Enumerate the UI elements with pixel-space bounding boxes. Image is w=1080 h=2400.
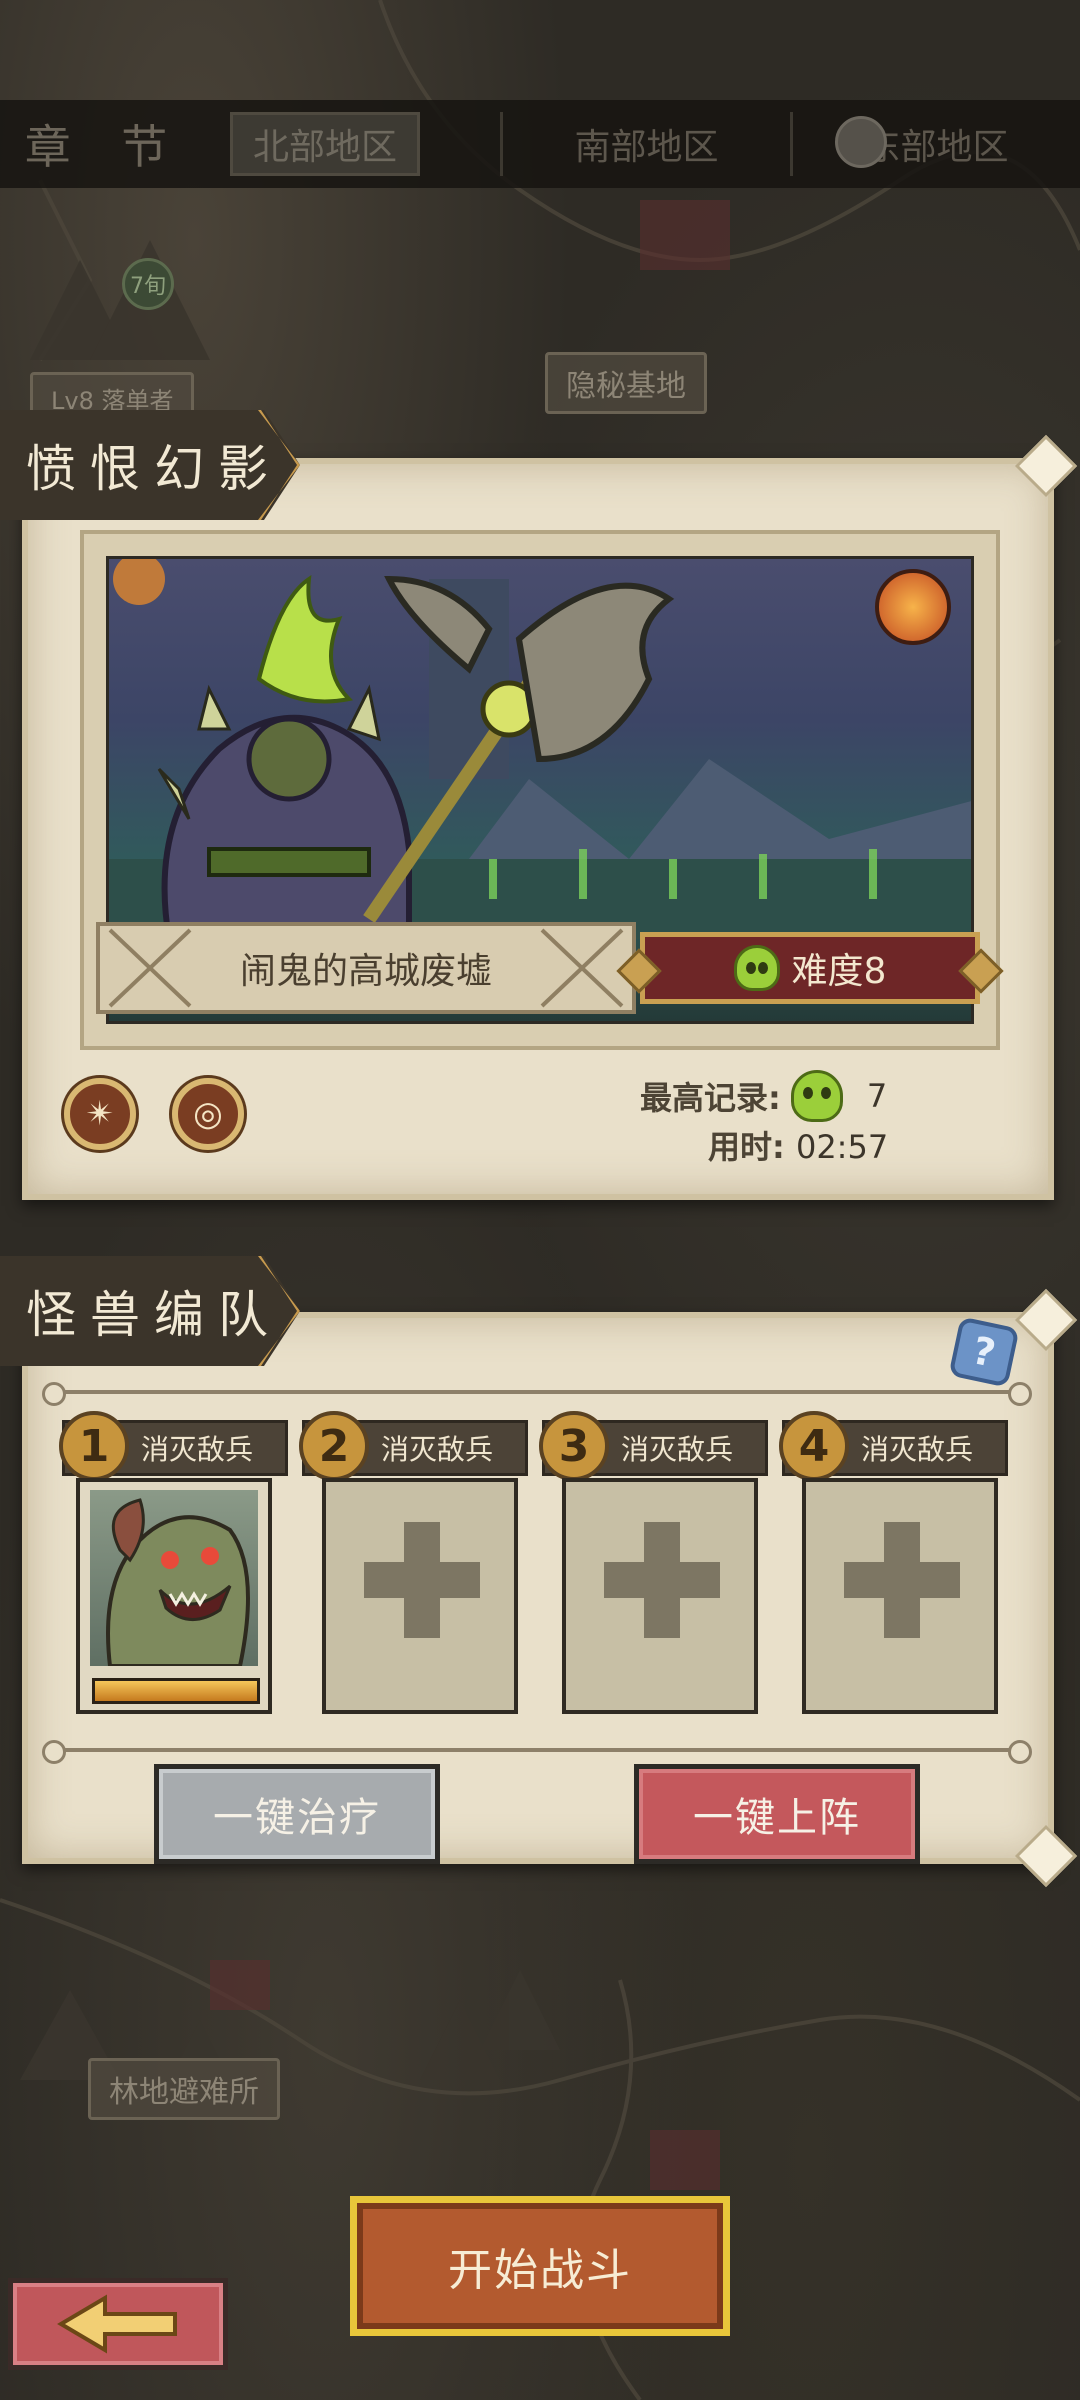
- start-battle-button[interactable]: 开始战斗: [350, 2196, 730, 2336]
- map-timer-badge: 7旬: [122, 258, 174, 310]
- team-slot-1[interactable]: [76, 1478, 272, 1714]
- slot-task: 消灭敌兵: [621, 1433, 734, 1466]
- time-label: 用时:: [708, 1128, 785, 1166]
- team-section-title: 怪兽编队: [0, 1256, 300, 1366]
- heal-all-button[interactable]: 一键治疗: [154, 1764, 440, 1864]
- auto-deploy-button[interactable]: 一键上阵: [634, 1764, 920, 1864]
- slot-header-3: 3 消灭敌兵: [539, 1411, 768, 1481]
- slot-number: 3: [539, 1411, 609, 1481]
- moon-decoration: [113, 559, 165, 605]
- chapter-label: 章 节: [24, 120, 186, 174]
- world-map-background: 隐秘基地 林地避难所 Lv8 落单者 7旬: [0, 0, 1080, 2400]
- stage-section-title: 愤恨幻影: [0, 410, 300, 520]
- map-location-forest-shelter[interactable]: 林地避难所: [88, 2058, 280, 2120]
- time-value: 02:57: [795, 1128, 889, 1166]
- slot-number: 1: [59, 1411, 129, 1481]
- chapter-bar: 章 节 北部地区 南部地区 东部地区: [0, 100, 1080, 188]
- monster-portrait: [90, 1490, 258, 1668]
- enemy-element-icon: [875, 569, 951, 645]
- slot-header-2: 2 消灭敌兵: [299, 1411, 528, 1481]
- best-record-label: 最高记录:: [640, 1079, 781, 1117]
- tab-east-region[interactable]: 东部地区: [790, 112, 1080, 176]
- arrow-left-icon: [57, 2294, 177, 2354]
- lock-icon: [835, 116, 887, 168]
- tab-north-region[interactable]: 北部地区: [230, 112, 420, 176]
- skull-icon: [790, 1070, 843, 1122]
- slot-task: 消灭敌兵: [141, 1433, 254, 1466]
- team-slot-3[interactable]: [562, 1478, 758, 1714]
- slot-header-4: 4 消灭敌兵: [779, 1411, 1008, 1481]
- hp-bar-fill: [95, 1681, 257, 1701]
- best-record-value: 7: [866, 1077, 888, 1115]
- skull-icon: [733, 945, 780, 991]
- team-slot-2[interactable]: [322, 1478, 518, 1714]
- difficulty-badge: 难度8: [616, 932, 1004, 1004]
- slot-number: 2: [299, 1411, 369, 1481]
- best-record: 最高记录: 7: [640, 1070, 887, 1122]
- difficulty-label: 难度8: [791, 951, 887, 992]
- tab-south-region[interactable]: 南部地区: [500, 112, 790, 176]
- stage-name: 闹鬼的高城废墟: [231, 942, 500, 994]
- team-slot-4[interactable]: [802, 1478, 998, 1714]
- map-location-hidden-base[interactable]: 隐秘基地: [545, 352, 707, 414]
- stage-name-plate: 闹鬼的高城废墟: [96, 922, 636, 1014]
- swirl-skill-icon[interactable]: ◎: [172, 1078, 244, 1150]
- divider-top: [42, 1382, 1032, 1406]
- hp-bar: [92, 1678, 260, 1704]
- slot-header-1: 1 消灭敌兵: [59, 1411, 288, 1481]
- divider-bottom: [42, 1740, 1032, 1764]
- slot-task: 消灭敌兵: [861, 1433, 974, 1466]
- back-button[interactable]: [8, 2278, 228, 2370]
- clear-time: 用时: 02:57: [708, 1122, 888, 1168]
- slot-task: 消灭敌兵: [381, 1433, 494, 1466]
- slot-number: 4: [779, 1411, 849, 1481]
- claw-skill-icon[interactable]: ✴: [64, 1078, 136, 1150]
- help-icon[interactable]: ?: [948, 1316, 1020, 1388]
